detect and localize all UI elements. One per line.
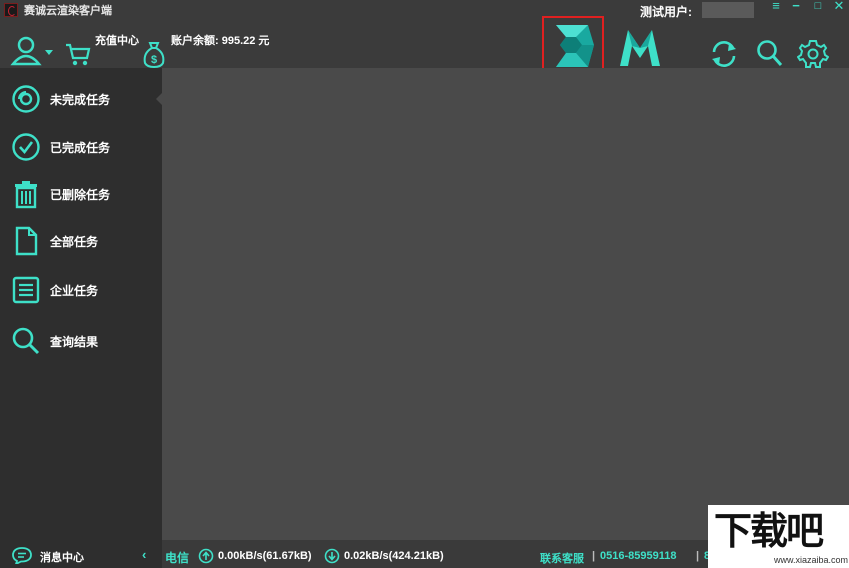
sidebar-item-enterprise[interactable]: 企业任务 xyxy=(0,269,162,309)
task-list-panel xyxy=(162,68,849,540)
download-icon xyxy=(324,548,340,564)
account-balance: 账户余额: 995.22 元 xyxy=(171,35,270,47)
sidebar-item-label: 企业任务 xyxy=(50,284,99,298)
user-label: 测试用户: xyxy=(640,5,692,19)
network-label: 电信 xyxy=(165,551,190,565)
refresh-icon[interactable] xyxy=(708,38,740,70)
trash-icon xyxy=(15,181,37,209)
message-icon[interactable] xyxy=(12,546,32,564)
support-phone: 0516-85959118 xyxy=(600,550,677,562)
document-icon xyxy=(15,226,38,256)
message-center-link[interactable]: 消息中心 xyxy=(40,549,84,565)
upload-speed: 0.00kB/s(61.67kB) xyxy=(218,550,312,562)
list-icon xyxy=(12,276,40,304)
check-circle-icon xyxy=(12,133,40,161)
app-logo-icon xyxy=(4,3,18,17)
watermark-url: www.xiazaiba.com xyxy=(774,555,849,565)
user-icon[interactable] xyxy=(10,36,56,68)
sidebar-item-label: 查询结果 xyxy=(50,335,99,349)
sidebar: 未完成任务 已完成任务 已删除任务 全部任务 企业任务 查询结果 xyxy=(0,68,162,568)
maximize-button[interactable]: □ xyxy=(811,0,825,14)
sidebar-item-deleted[interactable]: 已删除任务 xyxy=(0,173,162,213)
sidebar-item-label: 全部任务 xyxy=(50,235,99,249)
collapse-sidebar-button[interactable]: ‹ xyxy=(142,547,146,562)
sidebar-item-label: 已删除任务 xyxy=(50,188,111,202)
sidebar-item-incomplete[interactable]: 未完成任务 xyxy=(0,78,162,118)
username-redacted xyxy=(702,2,754,18)
separator: | xyxy=(696,550,700,562)
search-icon xyxy=(12,327,40,355)
contact-support-link[interactable]: 联系客服 xyxy=(540,550,584,566)
watermark-text: 下载吧 xyxy=(714,508,824,553)
download-speed: 0.02kB/s(424.21kB) xyxy=(344,550,444,562)
watermark: 下载吧 www.xiazaiba.com xyxy=(708,505,849,568)
search-icon[interactable] xyxy=(755,38,785,70)
close-button[interactable]: ✕ xyxy=(832,0,846,14)
svg-text:$: $ xyxy=(151,54,157,66)
maya-icon[interactable] xyxy=(618,26,662,68)
money-bag-icon: $ xyxy=(143,42,165,69)
cart-icon[interactable] xyxy=(64,42,92,68)
menu-button[interactable]: ≡ xyxy=(769,0,783,14)
app-window: 赛诚云渲染客户端 测试用户: ≡ − □ ✕ 充值中心 $ 账户余额: 995.… xyxy=(0,0,849,568)
incomplete-icon xyxy=(12,85,40,113)
sidebar-item-label: 未完成任务 xyxy=(50,93,111,107)
sidebar-item-label: 已完成任务 xyxy=(50,141,111,155)
separator: | xyxy=(592,550,596,562)
sidebar-item-query-results[interactable]: 查询结果 xyxy=(0,320,162,360)
selected-app-highlight xyxy=(542,16,604,73)
minimize-button[interactable]: − xyxy=(789,0,803,14)
sidebar-item-all[interactable]: 全部任务 xyxy=(0,220,162,260)
app-title: 赛诚云渲染客户端 xyxy=(24,5,112,17)
recharge-center-link[interactable]: 充值中心 xyxy=(95,32,139,48)
sidebar-item-completed[interactable]: 已完成任务 xyxy=(0,126,162,166)
upload-icon xyxy=(198,548,214,564)
settings-icon[interactable] xyxy=(797,38,829,70)
